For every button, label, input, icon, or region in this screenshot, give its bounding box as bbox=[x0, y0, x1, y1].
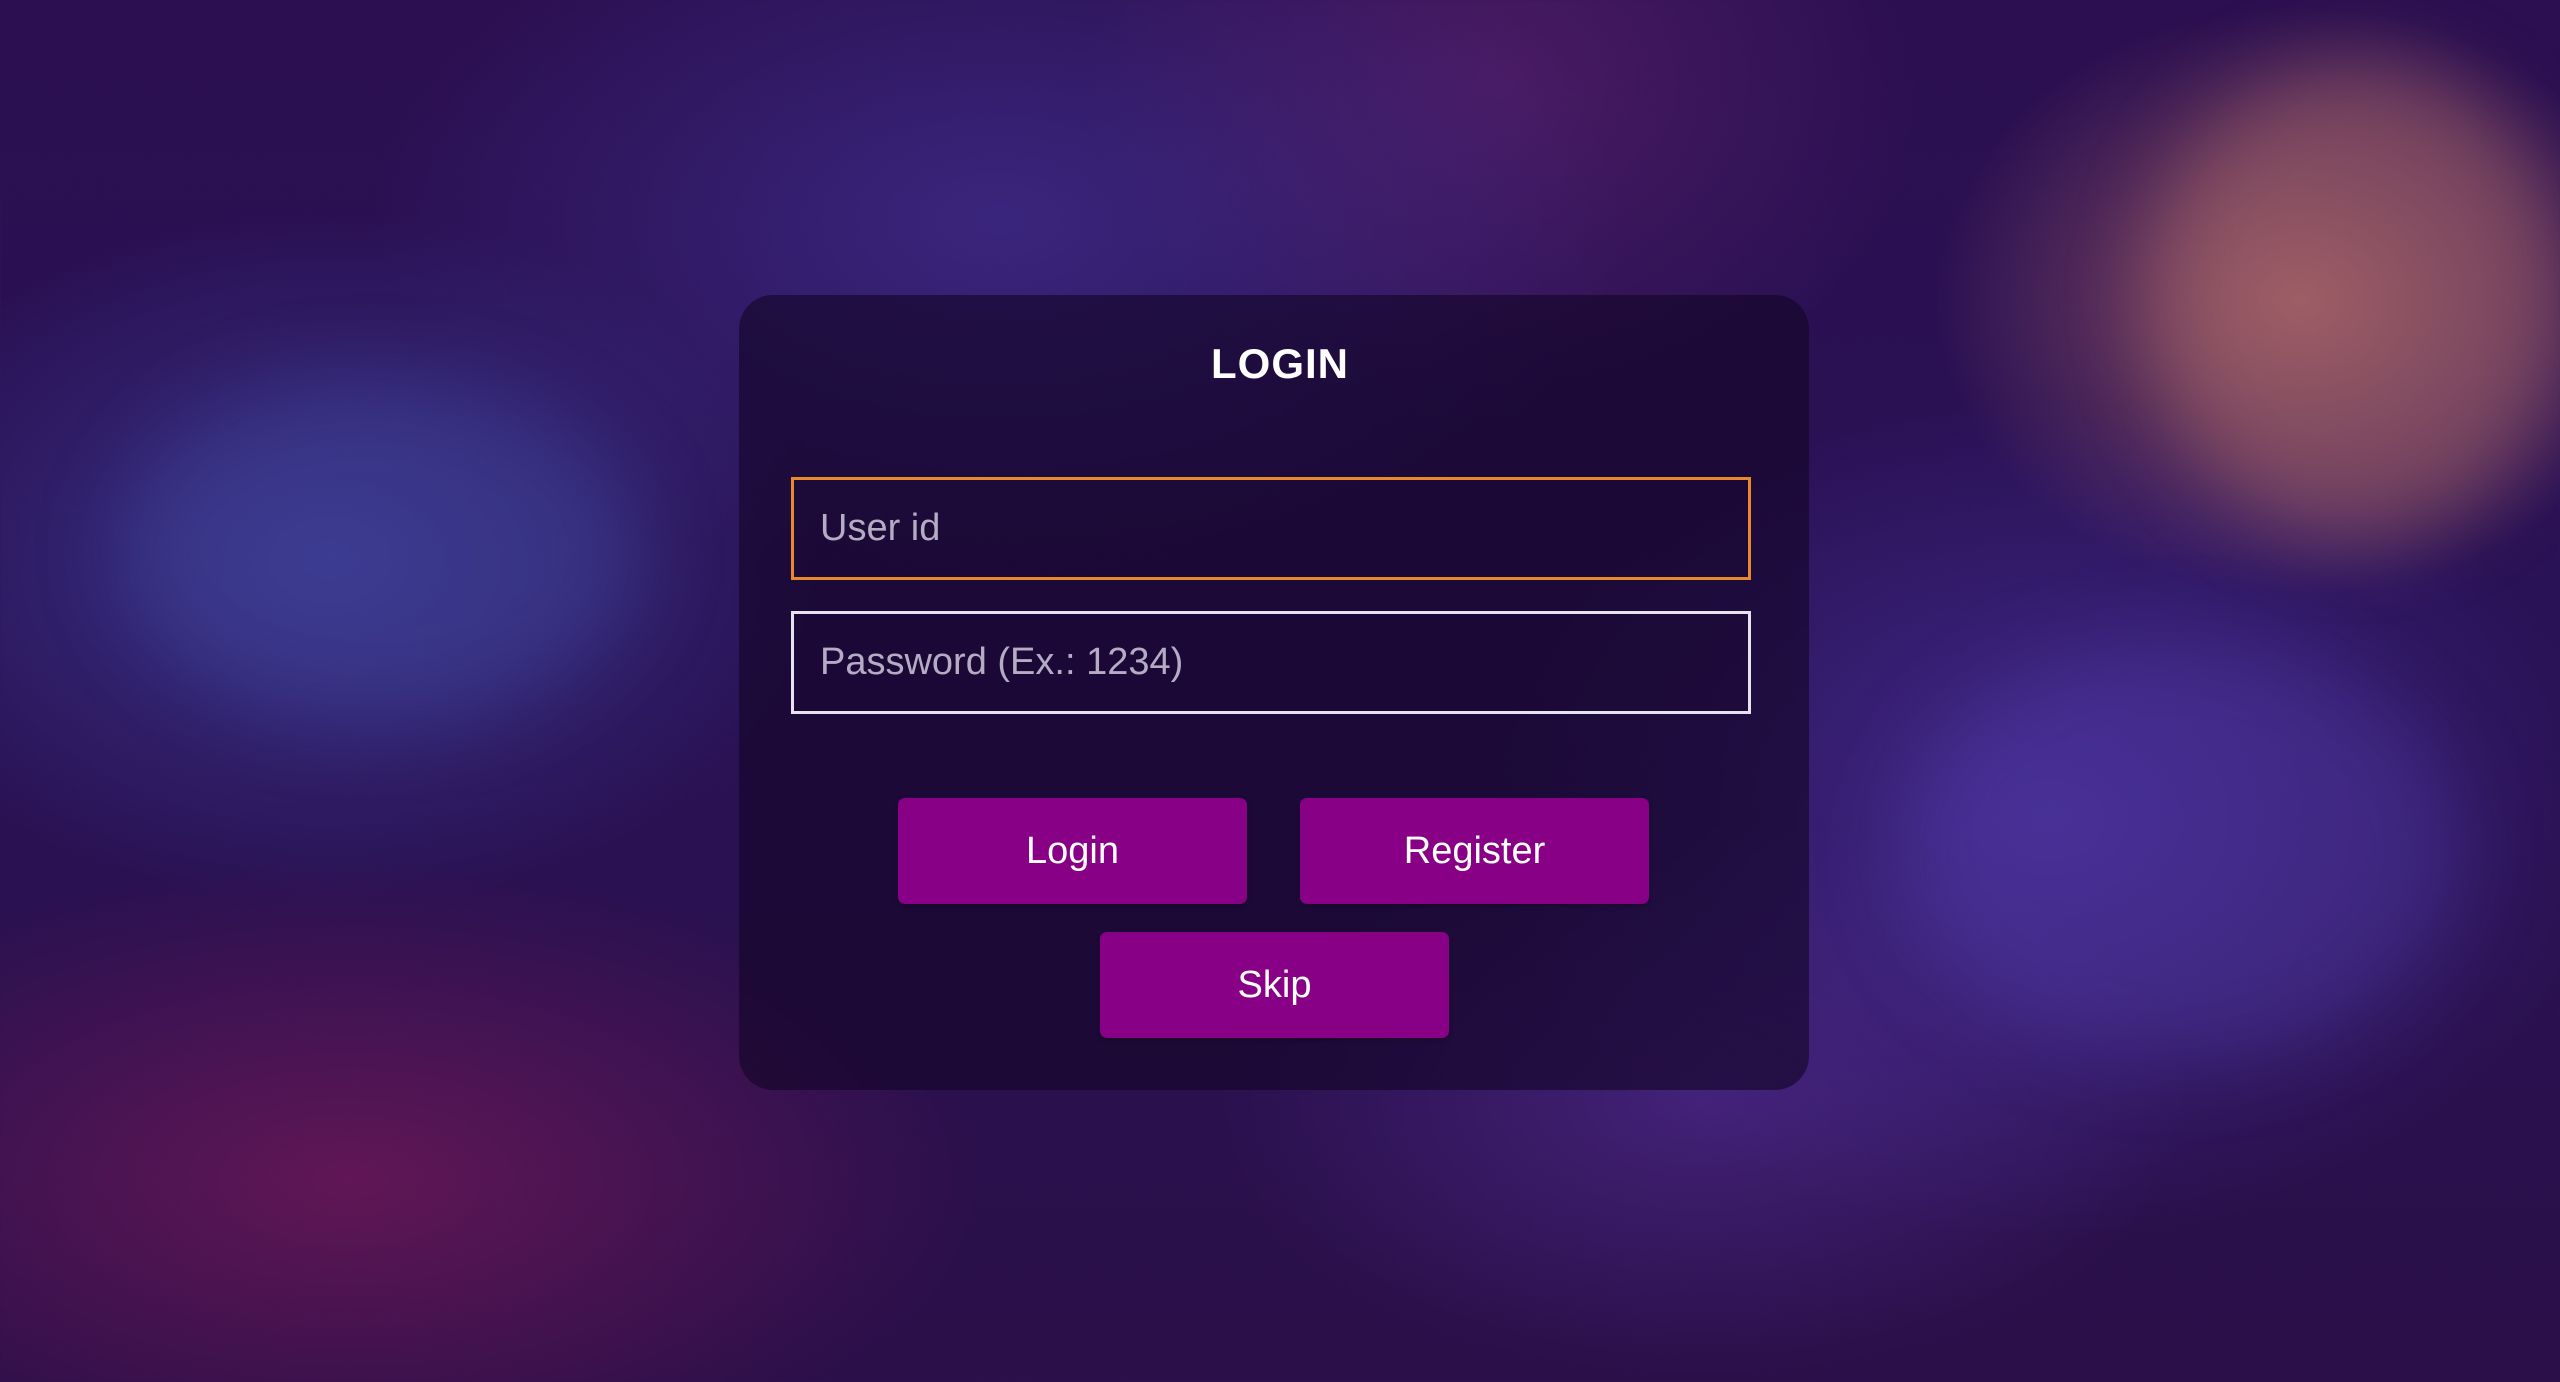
background-smoke bbox=[120, 380, 640, 720]
login-button[interactable]: Login bbox=[898, 798, 1247, 904]
login-title: LOGIN bbox=[1211, 340, 1349, 387]
user-id-input[interactable] bbox=[791, 477, 1751, 580]
background-smoke bbox=[2150, 60, 2560, 540]
background-smoke bbox=[1900, 640, 2460, 1060]
skip-button[interactable]: Skip bbox=[1100, 932, 1449, 1038]
register-button[interactable]: Register bbox=[1300, 798, 1649, 904]
password-input[interactable] bbox=[791, 611, 1751, 714]
